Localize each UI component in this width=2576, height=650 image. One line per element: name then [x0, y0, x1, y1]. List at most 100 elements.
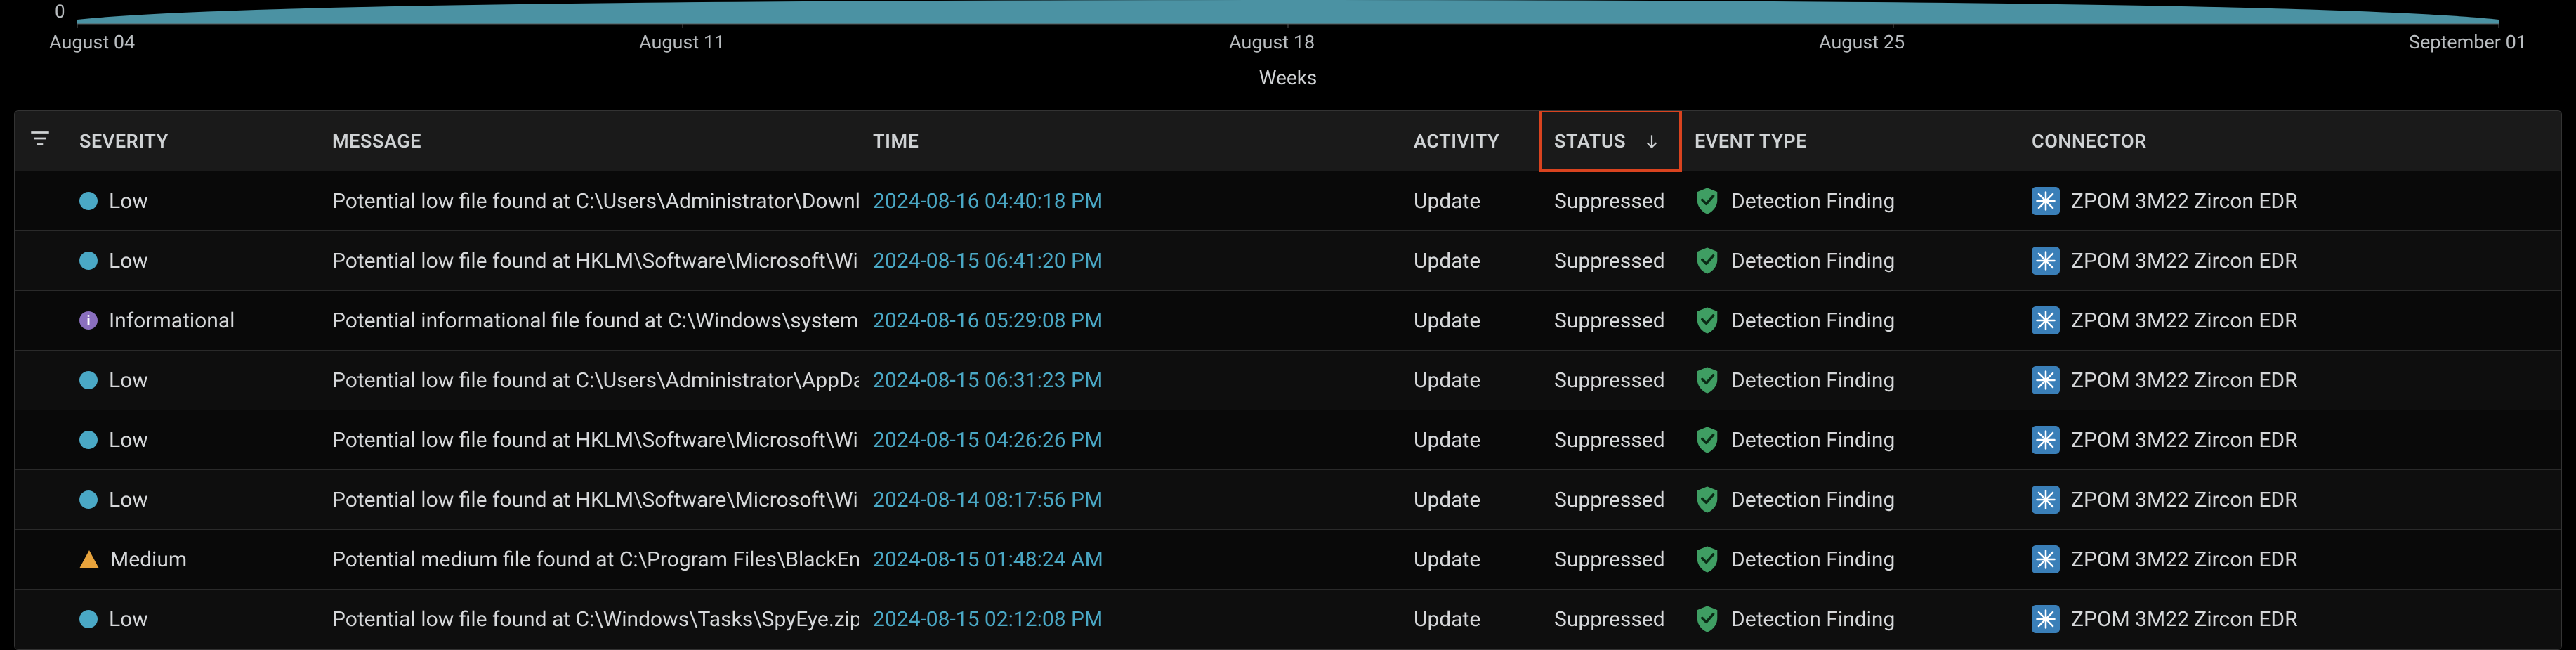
cell-connector: ZPOM 3M22 Zircon EDR — [2018, 470, 2561, 529]
cell-connector: ZPOM 3M22 Zircon EDR — [2018, 410, 2561, 469]
cell-status: Suppressed — [1540, 353, 1681, 408]
severity-icon — [79, 192, 98, 210]
cell-status: Suppressed — [1540, 174, 1681, 229]
connector-label: ZPOM 3M22 Zircon EDR — [2071, 607, 2298, 632]
time-link[interactable]: 2024-08-14 08:17:56 PM — [873, 488, 1103, 512]
snowflake-icon — [2032, 366, 2060, 394]
cell-event-type: Detection Finding — [1681, 530, 2018, 589]
cell-activity: Update — [1400, 353, 1540, 408]
shield-check-icon — [1695, 486, 1720, 514]
timeline-tick-labels: August 04 August 11 August 18 August 25 … — [49, 28, 2527, 53]
cell-message: Potential low file found at C:\Users\Adm… — [318, 353, 859, 408]
cell-status: Suppressed — [1540, 233, 1681, 289]
timeline-area-icon — [49, 0, 2527, 28]
severity-icon — [79, 252, 98, 270]
timeline-chart: 0 August 04 August 11 August 18 August 2… — [0, 0, 2576, 106]
event-type-label: Detection Finding — [1731, 249, 1895, 273]
shield-check-icon — [1695, 306, 1720, 334]
cell-event-type: Detection Finding — [1681, 291, 2018, 350]
shield-check-icon — [1695, 545, 1720, 573]
event-type-label: Detection Finding — [1731, 607, 1895, 632]
time-link[interactable]: 2024-08-15 01:48:24 AM — [873, 547, 1103, 572]
cell-severity: Low — [65, 174, 318, 229]
severity-icon — [79, 490, 98, 509]
cell-status: Suppressed — [1540, 472, 1681, 528]
cell-event-type: Detection Finding — [1681, 231, 2018, 290]
timeline-tick-3: August 25 — [1819, 31, 1905, 53]
severity-label: Low — [109, 249, 148, 273]
table-row[interactable]: Low Potential low file found at HKLM\Sof… — [15, 470, 2561, 530]
table-row[interactable]: Medium Potential medium file found at C:… — [15, 530, 2561, 590]
table-row[interactable]: Low Potential low file found at C:\Users… — [15, 171, 2561, 231]
cell-status: Suppressed — [1540, 412, 1681, 468]
cell-message: Potential medium file found at C:\Progra… — [318, 532, 859, 587]
header-activity[interactable]: Activity — [1400, 111, 1540, 171]
table-row[interactable]: i Informational Potential informational … — [15, 291, 2561, 351]
severity-icon — [79, 610, 98, 628]
cell-event-type: Detection Finding — [1681, 171, 2018, 230]
cell-activity: Update — [1400, 412, 1540, 468]
snowflake-icon — [2032, 187, 2060, 215]
event-type-label: Detection Finding — [1731, 308, 1895, 333]
snowflake-icon — [2032, 545, 2060, 573]
snowflake-icon — [2032, 486, 2060, 514]
connector-label: ZPOM 3M22 Zircon EDR — [2071, 428, 2298, 453]
time-link[interactable]: 2024-08-15 06:31:23 PM — [873, 368, 1103, 393]
header-connector[interactable]: Connector — [2018, 111, 2561, 171]
cell-event-type: Detection Finding — [1681, 470, 2018, 529]
cell-message: Potential low file found at HKLM\Softwar… — [318, 412, 859, 468]
cell-message: Potential low file found at HKLM\Softwar… — [318, 233, 859, 289]
shield-check-icon — [1695, 605, 1720, 633]
cell-severity: Medium — [65, 532, 318, 587]
cell-status: Suppressed — [1540, 592, 1681, 647]
time-link[interactable]: 2024-08-16 05:29:08 PM — [873, 308, 1103, 333]
severity-icon — [79, 550, 99, 568]
cell-message: Potential low file found at HKLM\Softwar… — [318, 472, 859, 528]
time-link[interactable]: 2024-08-16 04:40:18 PM — [873, 189, 1103, 214]
severity-icon — [79, 431, 98, 449]
cell-connector: ZPOM 3M22 Zircon EDR — [2018, 351, 2561, 410]
header-time[interactable]: Time — [859, 111, 1400, 171]
connector-label: ZPOM 3M22 Zircon EDR — [2071, 368, 2298, 393]
severity-label: Informational — [109, 308, 235, 333]
connector-label: ZPOM 3M22 Zircon EDR — [2071, 547, 2298, 572]
filter-icon — [28, 126, 52, 155]
table-row[interactable]: Low Potential low file found at HKLM\Sof… — [15, 410, 2561, 470]
connector-label: ZPOM 3M22 Zircon EDR — [2071, 189, 2298, 214]
timeline-y-tick: 0 — [55, 1, 65, 22]
shield-check-icon — [1695, 366, 1720, 394]
header-status[interactable]: Status — [1540, 111, 1681, 171]
severity-label: Medium — [110, 547, 187, 572]
header-severity[interactable]: Severity — [65, 111, 318, 171]
table-row[interactable]: Low Potential low file found at HKLM\Sof… — [15, 231, 2561, 291]
table-row[interactable]: Low Potential low file found at C:\Users… — [15, 351, 2561, 410]
snowflake-icon — [2032, 605, 2060, 633]
cell-severity: i Informational — [65, 293, 318, 349]
severity-label: Low — [109, 368, 148, 393]
event-type-label: Detection Finding — [1731, 368, 1895, 393]
cell-severity: Low — [65, 412, 318, 468]
time-link[interactable]: 2024-08-15 04:26:26 PM — [873, 428, 1103, 453]
table-row[interactable]: Low Potential low file found at C:\Windo… — [15, 590, 2561, 649]
header-event-type[interactable]: Event Type — [1681, 111, 2018, 171]
cell-connector: ZPOM 3M22 Zircon EDR — [2018, 231, 2561, 290]
severity-label: Low — [109, 488, 148, 512]
time-link[interactable]: 2024-08-15 06:41:20 PM — [873, 249, 1103, 273]
cell-message: Potential informational file found at C:… — [318, 293, 859, 349]
cell-activity: Update — [1400, 174, 1540, 229]
filter-button[interactable] — [15, 111, 65, 171]
cell-message: Potential low file found at C:\Windows\T… — [318, 592, 859, 647]
cell-activity: Update — [1400, 472, 1540, 528]
cell-activity: Update — [1400, 293, 1540, 349]
time-link[interactable]: 2024-08-15 02:12:08 PM — [873, 607, 1103, 632]
cell-severity: Low — [65, 592, 318, 647]
table-header-row: Severity Message Time Activity Status Ev… — [15, 111, 2561, 171]
cell-event-type: Detection Finding — [1681, 590, 2018, 649]
cell-severity: Low — [65, 233, 318, 289]
header-message[interactable]: Message — [318, 111, 859, 171]
cell-activity: Update — [1400, 592, 1540, 647]
shield-check-icon — [1695, 426, 1720, 454]
cell-connector: ZPOM 3M22 Zircon EDR — [2018, 590, 2561, 649]
shield-check-icon — [1695, 187, 1720, 215]
severity-icon — [79, 371, 98, 389]
